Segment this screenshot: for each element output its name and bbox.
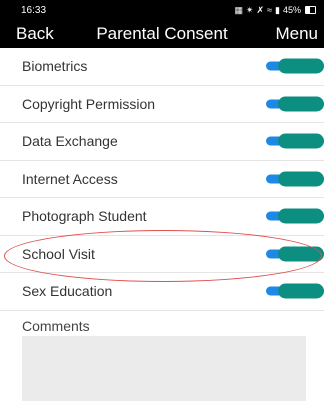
- internet-access-toggle[interactable]: [266, 171, 324, 187]
- menu-button[interactable]: Menu: [275, 24, 318, 44]
- consent-row-sex-education: Sex Education: [0, 273, 324, 311]
- nfc-icon: ▦: [234, 4, 243, 15]
- wifi-icon: ≈: [267, 4, 273, 15]
- mute-icon: ✗: [256, 4, 265, 15]
- consent-row-school-visit: School Visit: [0, 236, 324, 273]
- nav-bar: Back Parental Consent Menu: [0, 20, 324, 48]
- toggle-knob: [278, 133, 324, 149]
- back-button[interactable]: Back: [16, 24, 54, 44]
- consent-row-copyright-permission: Copyright Permission: [0, 86, 324, 123]
- comments-input[interactable]: [22, 336, 306, 401]
- status-bar: 16:33 ▦ ✴ ✗ ≈ ▮ 45%: [0, 0, 324, 20]
- consent-row-internet-access: Internet Access: [0, 161, 324, 198]
- bluetooth-icon: ✴: [245, 4, 254, 15]
- toggle-knob: [278, 96, 324, 112]
- biometrics-toggle[interactable]: [266, 58, 324, 74]
- toggle-knob: [278, 246, 324, 262]
- sex-education-toggle[interactable]: [266, 283, 324, 299]
- toggle-knob: [278, 208, 324, 224]
- status-icons: ▦ ✴ ✗ ≈ ▮ 45%: [234, 5, 316, 15]
- comments-label: Comments: [22, 318, 90, 334]
- copyright-permission-toggle[interactable]: [266, 96, 324, 112]
- consent-row-data-exchange: Data Exchange: [0, 123, 324, 161]
- toggle-knob: [278, 58, 324, 74]
- consent-row-biometrics: Biometrics: [0, 48, 324, 86]
- toggle-knob: [278, 283, 324, 299]
- school-visit-toggle[interactable]: [266, 246, 324, 262]
- battery-percent: 45%: [282, 5, 301, 15]
- battery-icon: [305, 6, 316, 14]
- data-exchange-toggle[interactable]: [266, 133, 324, 149]
- consent-list: Biometrics Copyright Permission Data Exc…: [0, 48, 324, 311]
- toggle-knob: [278, 171, 324, 187]
- signal-icon: ▮: [275, 4, 280, 15]
- consent-row-photograph-student: Photograph Student: [0, 198, 324, 236]
- status-time: 16:33: [21, 4, 47, 16]
- photograph-student-toggle[interactable]: [266, 208, 324, 224]
